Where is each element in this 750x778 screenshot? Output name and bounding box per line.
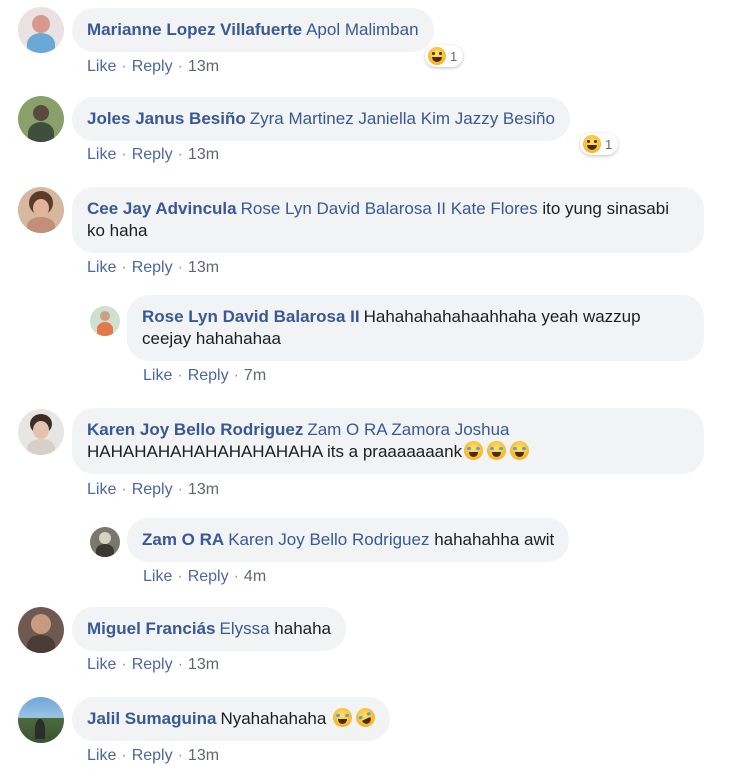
reply-button[interactable]: Reply: [132, 481, 173, 498]
avatar[interactable]: [18, 697, 64, 743]
comment-actions: Like · Reply · 13m: [87, 58, 220, 75]
comment-actions: Like · Reply · 13m: [87, 481, 220, 498]
avatar[interactable]: [18, 409, 64, 455]
comment-author[interactable]: Joles Janus Besiño: [87, 109, 246, 128]
laughing-emoji-icon: [510, 441, 530, 460]
comment-bubble: Cee Jay Advincula Rose Lyn David Balarosa…: [72, 187, 704, 253]
comment-bubble: Karen Joy Bello Rodriguez Zam O RA Zamora…: [72, 408, 704, 474]
comment-bubble: Miguel Franciás Elyssa hahaha: [72, 607, 347, 651]
laughing-emoji-icon: [428, 47, 446, 65]
reply-button[interactable]: Reply: [188, 367, 229, 384]
avatar[interactable]: [90, 527, 120, 557]
avatar[interactable]: [18, 7, 64, 53]
comment-text: hahaha: [269, 619, 332, 638]
reply-button[interactable]: Reply: [188, 568, 229, 585]
comment-actions: Like · Reply · 13m: [87, 747, 220, 764]
comment-text: HAHAHAHAHAHAHAHAHAHA its a praaaaaaank: [87, 442, 463, 461]
timestamp[interactable]: 7m: [244, 367, 266, 384]
tagged-users[interactable]: Zyra Martinez Janiella Kim Jazzy Besiño: [250, 109, 555, 128]
comment-author[interactable]: Cee Jay Advincula: [87, 199, 237, 218]
reaction-badge[interactable]: 1: [425, 45, 464, 67]
comment-actions: Like · Reply · 7m: [143, 367, 267, 384]
laughing-emoji-icon: [464, 441, 484, 460]
timestamp[interactable]: 4m: [244, 568, 266, 585]
timestamp[interactable]: 13m: [188, 656, 219, 673]
laughing-emoji-icon: [583, 135, 601, 153]
tagged-users[interactable]: Zam O RA Zamora Joshua: [307, 420, 509, 439]
like-button[interactable]: Like: [87, 259, 116, 276]
comment-bubble: Zam O RA Karen Joy Bello Rodriguez hahaha…: [127, 518, 570, 562]
timestamp[interactable]: 13m: [188, 58, 219, 75]
laughing-emoji-icon: [333, 708, 353, 727]
rolling-laughing-emoji-icon: [352, 704, 379, 731]
comment-bubble: Rose Lyn David Balarosa II Hahahahahahaah…: [127, 295, 704, 361]
like-button[interactable]: Like: [87, 58, 116, 75]
tagged-users[interactable]: Apol Malimban: [306, 20, 418, 39]
like-button[interactable]: Like: [143, 568, 172, 585]
timestamp[interactable]: 13m: [188, 481, 219, 498]
comment-bubble: Jalil Sumaguina Nyahahahaha: [72, 697, 391, 741]
avatar[interactable]: [90, 306, 120, 336]
reply-button[interactable]: Reply: [132, 259, 173, 276]
comment-bubble: Joles Janus Besiño Zyra Martinez Janiella…: [72, 97, 570, 141]
timestamp[interactable]: 13m: [188, 259, 219, 276]
like-button[interactable]: Like: [87, 481, 116, 498]
comment-author[interactable]: Rose Lyn David Balarosa II: [142, 307, 360, 326]
comment-text: hahahahha awit: [429, 530, 555, 549]
reaction-badge[interactable]: 1: [580, 133, 619, 155]
tagged-users[interactable]: Rose Lyn David Balarosa II Kate Flores: [241, 199, 538, 218]
comment-actions: Like · Reply · 4m: [143, 568, 267, 585]
tagged-users[interactable]: Elyssa: [219, 619, 269, 638]
reaction-count: 1: [605, 136, 613, 152]
reaction-count: 1: [450, 48, 458, 64]
avatar[interactable]: [18, 187, 64, 233]
like-button[interactable]: Like: [87, 747, 116, 764]
like-button[interactable]: Like: [87, 656, 116, 673]
reply-button[interactable]: Reply: [132, 656, 173, 673]
comment-author[interactable]: Miguel Franciás: [87, 619, 215, 638]
reply-button[interactable]: Reply: [132, 146, 173, 163]
comment-author[interactable]: Marianne Lopez Villafuerte: [87, 20, 302, 39]
comment-author[interactable]: Jalil Sumaguina: [87, 709, 216, 728]
comment-bubble: Marianne Lopez Villafuerte Apol Malimban: [72, 8, 434, 52]
reply-button[interactable]: Reply: [132, 58, 173, 75]
tagged-users[interactable]: Karen Joy Bello Rodriguez: [228, 530, 429, 549]
comment-author[interactable]: Zam O RA: [142, 530, 224, 549]
timestamp[interactable]: 13m: [188, 146, 219, 163]
reply-button[interactable]: Reply: [132, 747, 173, 764]
comment-author[interactable]: Karen Joy Bello Rodriguez: [87, 420, 303, 439]
comment-actions: Like · Reply · 13m: [87, 259, 220, 276]
avatar[interactable]: [18, 607, 64, 653]
timestamp[interactable]: 13m: [188, 747, 219, 764]
comment-actions: Like · Reply · 13m: [87, 656, 220, 673]
comment-actions: Like · Reply · 13m: [87, 146, 220, 163]
like-button[interactable]: Like: [87, 146, 116, 163]
comment-text: Nyahahahaha: [220, 709, 332, 728]
like-button[interactable]: Like: [143, 367, 172, 384]
avatar[interactable]: [18, 96, 64, 142]
laughing-emoji-icon: [487, 441, 507, 460]
